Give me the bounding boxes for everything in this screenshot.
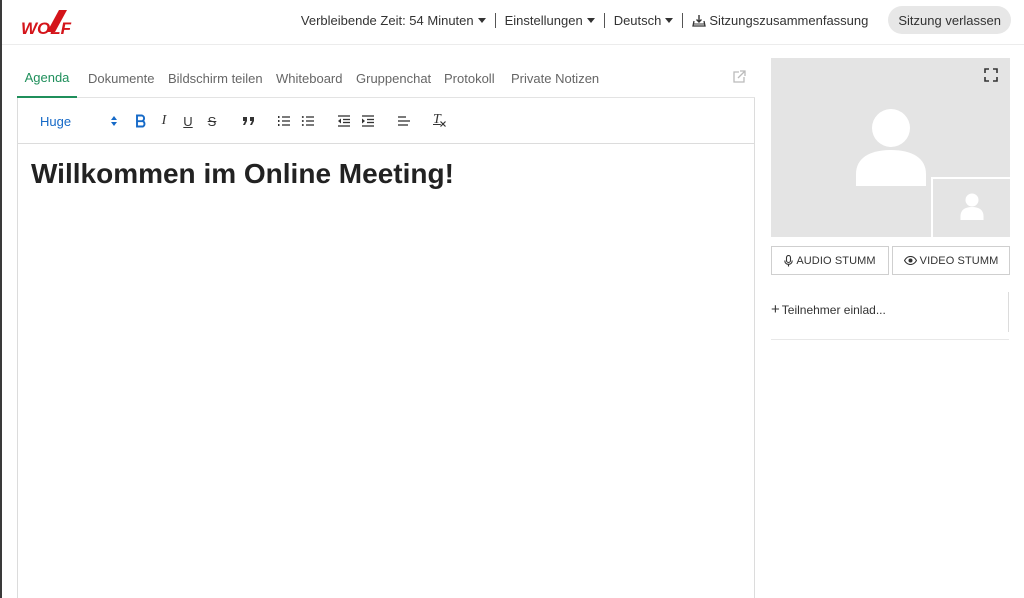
bold-icon bbox=[136, 114, 146, 128]
tab-agenda[interactable]: Agenda bbox=[17, 58, 77, 98]
clear-format-button[interactable]: T bbox=[431, 111, 449, 131]
participant-avatar-icon bbox=[856, 109, 926, 186]
self-video-preview bbox=[931, 177, 1010, 237]
strikethrough-icon: S bbox=[207, 113, 217, 129]
indent-icon bbox=[362, 115, 374, 127]
leave-session-button[interactable]: Sitzung verlassen bbox=[888, 6, 1011, 34]
window-edge bbox=[0, 0, 2, 598]
tab-private-notes[interactable]: Private Notizen bbox=[511, 58, 599, 98]
tab-screen-share[interactable]: Bildschirm teilen bbox=[168, 58, 263, 98]
main-panel: Agenda Dokumente Bildschirm teilen White… bbox=[17, 58, 755, 598]
caret-down-icon bbox=[477, 17, 486, 23]
agenda-heading: Willkommen im Online Meeting! bbox=[31, 158, 454, 189]
strikethrough-button[interactable]: S bbox=[203, 111, 221, 131]
fullscreen-icon[interactable] bbox=[984, 68, 998, 82]
panel-divider bbox=[1008, 292, 1009, 332]
invite-participants-button[interactable]: + Teilnehmer einlad... bbox=[771, 302, 886, 317]
language-menu[interactable]: Deutsch bbox=[605, 12, 683, 28]
session-summary-label: Sitzungszusammenfassung bbox=[709, 12, 869, 28]
tab-bar: Agenda Dokumente Bildschirm teilen White… bbox=[17, 58, 755, 98]
mute-audio-button[interactable]: AUDIO STUMM bbox=[771, 246, 889, 275]
logo-text: WOLF bbox=[21, 19, 72, 38]
caret-down-icon bbox=[665, 17, 674, 23]
clear-format-icon: T bbox=[433, 112, 447, 129]
invite-label: Teilnehmer einlad... bbox=[781, 302, 886, 317]
italic-icon: I bbox=[161, 113, 167, 128]
external-link-icon[interactable] bbox=[732, 70, 746, 84]
font-size-value: Huge bbox=[40, 113, 72, 129]
settings-label: Einstellungen bbox=[504, 12, 583, 28]
tab-whiteboard[interactable]: Whiteboard bbox=[276, 58, 342, 98]
ordered-list-button[interactable] bbox=[275, 111, 293, 131]
underline-button[interactable]: U bbox=[179, 111, 197, 131]
settings-menu[interactable]: Einstellungen bbox=[496, 12, 604, 28]
caret-down-icon bbox=[586, 17, 595, 23]
participants-panel: + Teilnehmer einlad... bbox=[771, 292, 1009, 340]
self-avatar-icon bbox=[960, 193, 984, 220]
editor-content[interactable]: Willkommen im Online Meeting! bbox=[18, 144, 754, 598]
indent-button[interactable] bbox=[359, 111, 377, 131]
media-controls: AUDIO STUMM VIDEO STUMM bbox=[771, 246, 1010, 275]
microphone-icon bbox=[784, 254, 794, 266]
session-summary-link[interactable]: Sitzungszusammenfassung bbox=[683, 12, 877, 28]
time-remaining-label: Verbleibende Zeit: 54 Minuten bbox=[300, 12, 474, 28]
font-size-select[interactable]: Huge bbox=[40, 112, 118, 130]
tab-protocol[interactable]: Protokoll bbox=[444, 58, 495, 98]
bullet-list-icon bbox=[301, 116, 314, 126]
tab-documents[interactable]: Dokumente bbox=[88, 58, 154, 98]
download-tray-icon bbox=[692, 14, 707, 27]
outdent-button[interactable] bbox=[335, 111, 353, 131]
video-panel bbox=[771, 58, 1010, 237]
mute-audio-label: AUDIO STUMM bbox=[796, 254, 876, 267]
top-bar: WOLF Verbleibende Zeit: 54 Minuten Einst… bbox=[2, 0, 1024, 45]
align-left-button[interactable] bbox=[395, 111, 413, 131]
language-label: Deutsch bbox=[613, 12, 662, 28]
italic-button[interactable]: I bbox=[155, 111, 173, 131]
mute-video-button[interactable]: VIDEO STUMM bbox=[892, 246, 1010, 275]
wolf-logo: WOLF bbox=[21, 10, 72, 38]
eye-icon bbox=[903, 256, 917, 265]
agenda-editor: Huge I U S T Willkommen im Online Meetin… bbox=[17, 98, 755, 598]
select-arrows-icon bbox=[111, 116, 117, 126]
align-left-icon bbox=[398, 116, 410, 126]
mute-video-label: VIDEO STUMM bbox=[919, 254, 999, 267]
tab-group-chat[interactable]: Gruppenchat bbox=[356, 58, 431, 98]
editor-toolbar: Huge I U S T bbox=[18, 98, 754, 144]
bullet-list-button[interactable] bbox=[299, 111, 317, 131]
ordered-list-icon bbox=[278, 116, 290, 126]
time-remaining-menu[interactable]: Verbleibende Zeit: 54 Minuten bbox=[292, 12, 495, 28]
underline-icon: U bbox=[183, 113, 193, 129]
blockquote-button[interactable] bbox=[239, 111, 257, 131]
plus-icon: + bbox=[771, 301, 780, 318]
outdent-icon bbox=[338, 115, 350, 127]
top-nav: Verbleibende Zeit: 54 Minuten Einstellun… bbox=[292, 6, 1011, 34]
bold-button[interactable] bbox=[132, 111, 150, 131]
blockquote-icon bbox=[242, 117, 254, 125]
